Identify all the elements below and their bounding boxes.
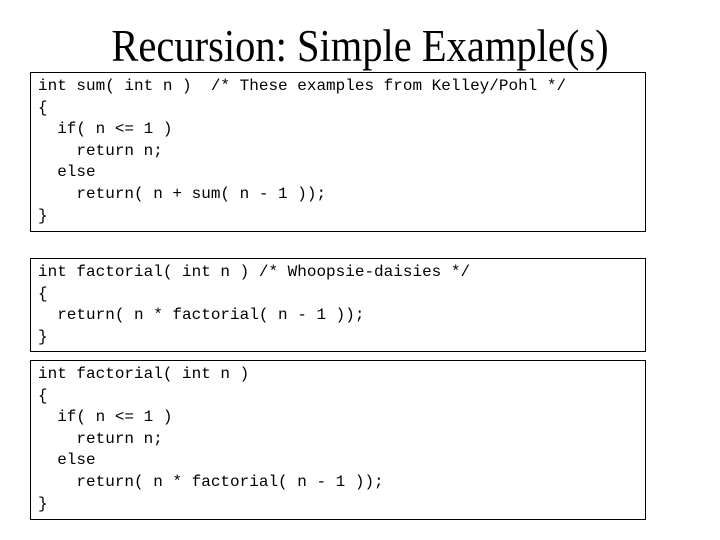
code-line: int factorial( int n ) /* Whoopsie-daisi…	[38, 263, 471, 281]
code-line: return n;	[38, 141, 163, 160]
code-line: int sum( int n ) /* These examples from …	[38, 77, 567, 95]
code-line: else	[38, 451, 96, 470]
code-line: {	[38, 284, 48, 303]
code-line: if( n <= 1 )	[38, 408, 173, 427]
code-block-factorial-broken: int factorial( int n ) /* Whoopsie-daisi…	[30, 258, 646, 352]
slide-title: Recursion: Simple Example(s)	[111, 21, 609, 71]
code-line: else	[38, 163, 96, 182]
code-line: return( n * factorial( n - 1 ));	[38, 472, 384, 491]
code-line: if( n <= 1 )	[38, 120, 173, 139]
code-line: return( n + sum( n - 1 ));	[38, 184, 327, 203]
code-block-factorial-fixed: int factorial( int n ) { if( n <= 1 ) re…	[30, 360, 646, 520]
code-line: return n;	[38, 429, 163, 448]
code-line: {	[38, 386, 48, 405]
code-line: }	[38, 494, 48, 513]
code-line: }	[38, 206, 48, 225]
code-line: int factorial( int n )	[38, 365, 250, 383]
code-line: {	[38, 98, 48, 117]
code-line: return( n * factorial( n - 1 ));	[38, 306, 365, 325]
code-line: }	[38, 327, 48, 346]
code-block-sum: int sum( int n ) /* These examples from …	[30, 72, 646, 232]
